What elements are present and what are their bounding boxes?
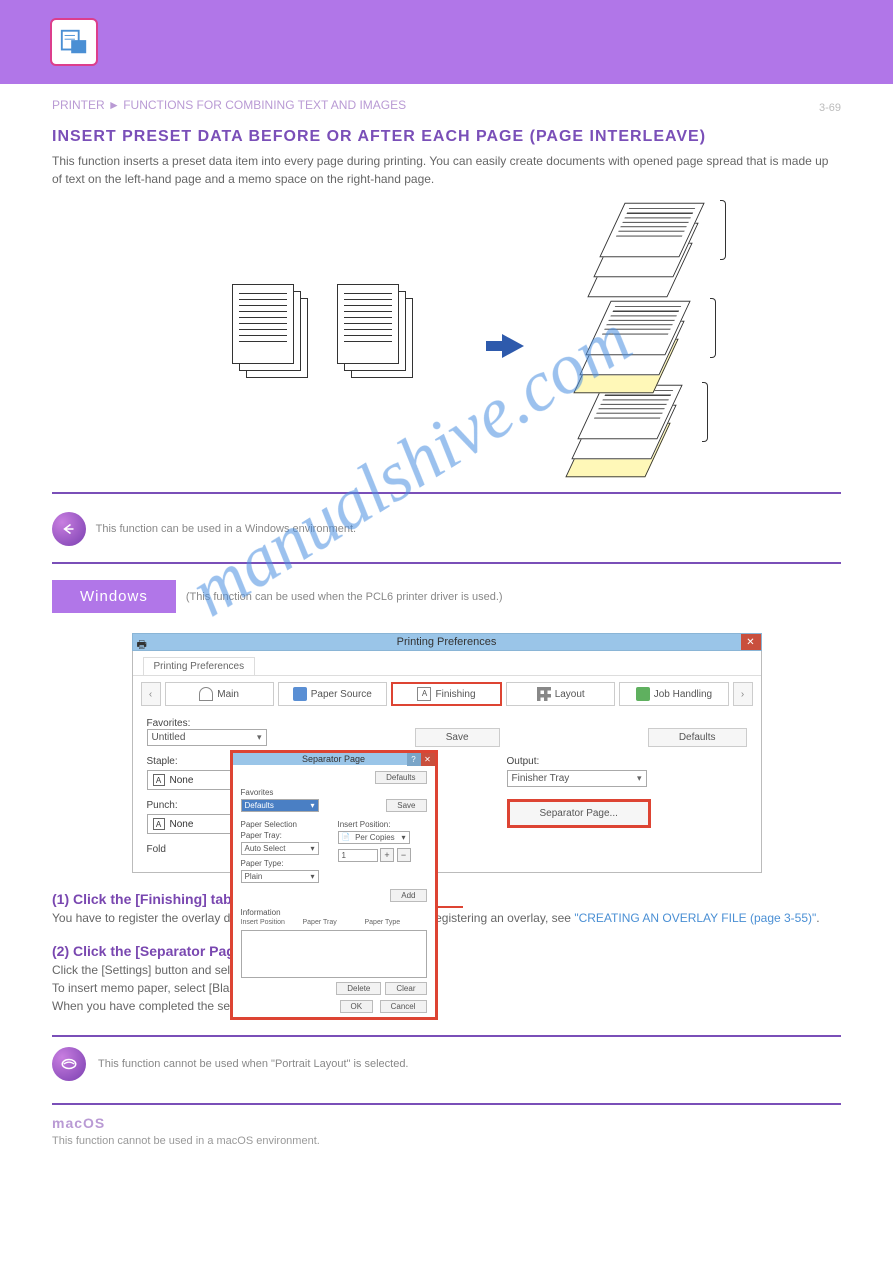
printing-preferences-screenshot: 🖶 Printing Preferences ✕ Printing Prefer…	[132, 633, 762, 873]
intro-paragraph: This function inserts a preset data item…	[52, 152, 841, 196]
paper-tray-dropdown[interactable]: Auto Select	[241, 842, 319, 855]
breadcrumb-left[interactable]: PRINTER	[52, 98, 105, 112]
windows-note: (This function can be used when the PCL6…	[186, 591, 503, 603]
output-dropdown[interactable]: Finisher Tray	[507, 770, 647, 787]
tab-strip: ‹ Main Paper Source AFinishing Layout Jo…	[133, 676, 761, 712]
col-paper-type: Paper Type	[365, 919, 427, 926]
dialog-titlebar: 🖶 Printing Preferences ✕	[132, 633, 762, 651]
back-note: This function can be used in a Windows e…	[96, 523, 356, 535]
col-paper-tray: Paper Tray	[303, 919, 365, 926]
insert-position-dropdown[interactable]: 📄Per Copies	[338, 831, 410, 844]
sub-favorites-dropdown[interactable]: Defaults	[241, 799, 319, 812]
paper-selection-label: Paper Selection	[241, 820, 330, 829]
save-button[interactable]: Save	[415, 728, 500, 747]
divider	[52, 562, 841, 564]
diagram-illustration	[52, 204, 841, 484]
step2-text1: Click the [Settings] button and select t…	[52, 963, 841, 977]
macos-heading: macOS	[52, 1115, 841, 1131]
step1-link[interactable]: "CREATING AN OVERLAY FILE (page 3-55)"	[574, 911, 816, 925]
info-listbox[interactable]	[241, 930, 427, 978]
separator-page-dialog: Separator Page ?✕ Defaults Favorites Def…	[230, 750, 438, 1020]
step1-title: (1) Click the [Finishing] tab.	[52, 891, 841, 907]
note-icon	[52, 1047, 86, 1081]
sub-defaults-button[interactable]: Defaults	[375, 771, 426, 784]
close-icon[interactable]: ✕	[421, 753, 435, 766]
favorites-dropdown[interactable]: Untitled	[147, 729, 267, 746]
paper-type-label: Paper Type:	[241, 859, 330, 868]
note-text: This function cannot be used when "Portr…	[98, 1058, 409, 1070]
windows-badge: Windows	[52, 580, 176, 613]
tab-paper-source[interactable]: Paper Source	[278, 682, 387, 706]
breadcrumb-right: ► FUNCTIONS FOR COMBINING TEXT AND IMAGE…	[108, 98, 406, 112]
tab-layout[interactable]: Layout	[506, 682, 615, 706]
separator-page-button[interactable]: Separator Page...	[507, 799, 651, 828]
step2-text2: To insert memo paper, select [Blank Shee…	[52, 981, 841, 995]
information-label: Information	[241, 908, 427, 917]
divider	[52, 1035, 841, 1037]
sub-favorites-label: Favorites	[241, 788, 427, 797]
dialog-title: Printing Preferences	[397, 636, 497, 648]
section-title: INSERT PRESET DATA BEFORE OR AFTER EACH …	[52, 114, 841, 152]
output-label: Output:	[507, 756, 747, 767]
increment-button[interactable]: +	[380, 848, 394, 862]
divider	[52, 492, 841, 494]
step2-title: (2) Click the [Separator Page] button.	[52, 943, 841, 959]
step2-text3: When you have completed the settings, cl…	[52, 999, 841, 1013]
divider	[52, 1103, 841, 1105]
outer-tab[interactable]: Printing Preferences	[143, 657, 256, 675]
top-banner	[0, 0, 893, 84]
nav-next-icon[interactable]: ›	[733, 682, 753, 706]
decrement-button[interactable]: −	[397, 848, 411, 862]
printer-chapter-icon	[50, 18, 98, 66]
sub-dialog-titlebar: Separator Page ?✕	[233, 753, 435, 765]
macos-note: This function cannot be used in a macOS …	[52, 1135, 841, 1147]
insert-position-label: Insert Position:	[338, 820, 427, 829]
clear-button[interactable]: Clear	[385, 982, 426, 995]
favorites-label: Favorites:	[147, 718, 207, 729]
arrow-icon	[502, 334, 524, 358]
col-insert-position: Insert Position	[241, 919, 303, 926]
tab-finishing[interactable]: AFinishing	[391, 682, 502, 706]
ok-button[interactable]: OK	[340, 1000, 374, 1013]
delete-button[interactable]: Delete	[336, 982, 381, 995]
sub-save-button[interactable]: Save	[386, 799, 426, 812]
add-button[interactable]: Add	[390, 889, 426, 902]
tab-main[interactable]: Main	[165, 682, 274, 706]
nav-prev-icon[interactable]: ‹	[141, 682, 161, 706]
count-input[interactable]: 1	[338, 849, 378, 862]
paper-tray-label: Paper Tray:	[241, 831, 330, 840]
tab-job-handling[interactable]: Job Handling	[619, 682, 728, 706]
paper-type-dropdown[interactable]: Plain	[241, 870, 319, 883]
close-icon[interactable]: ✕	[741, 634, 761, 650]
cancel-button[interactable]: Cancel	[380, 1000, 427, 1013]
help-icon[interactable]: ?	[407, 753, 421, 766]
back-icon[interactable]	[52, 512, 86, 546]
defaults-button[interactable]: Defaults	[648, 728, 747, 747]
